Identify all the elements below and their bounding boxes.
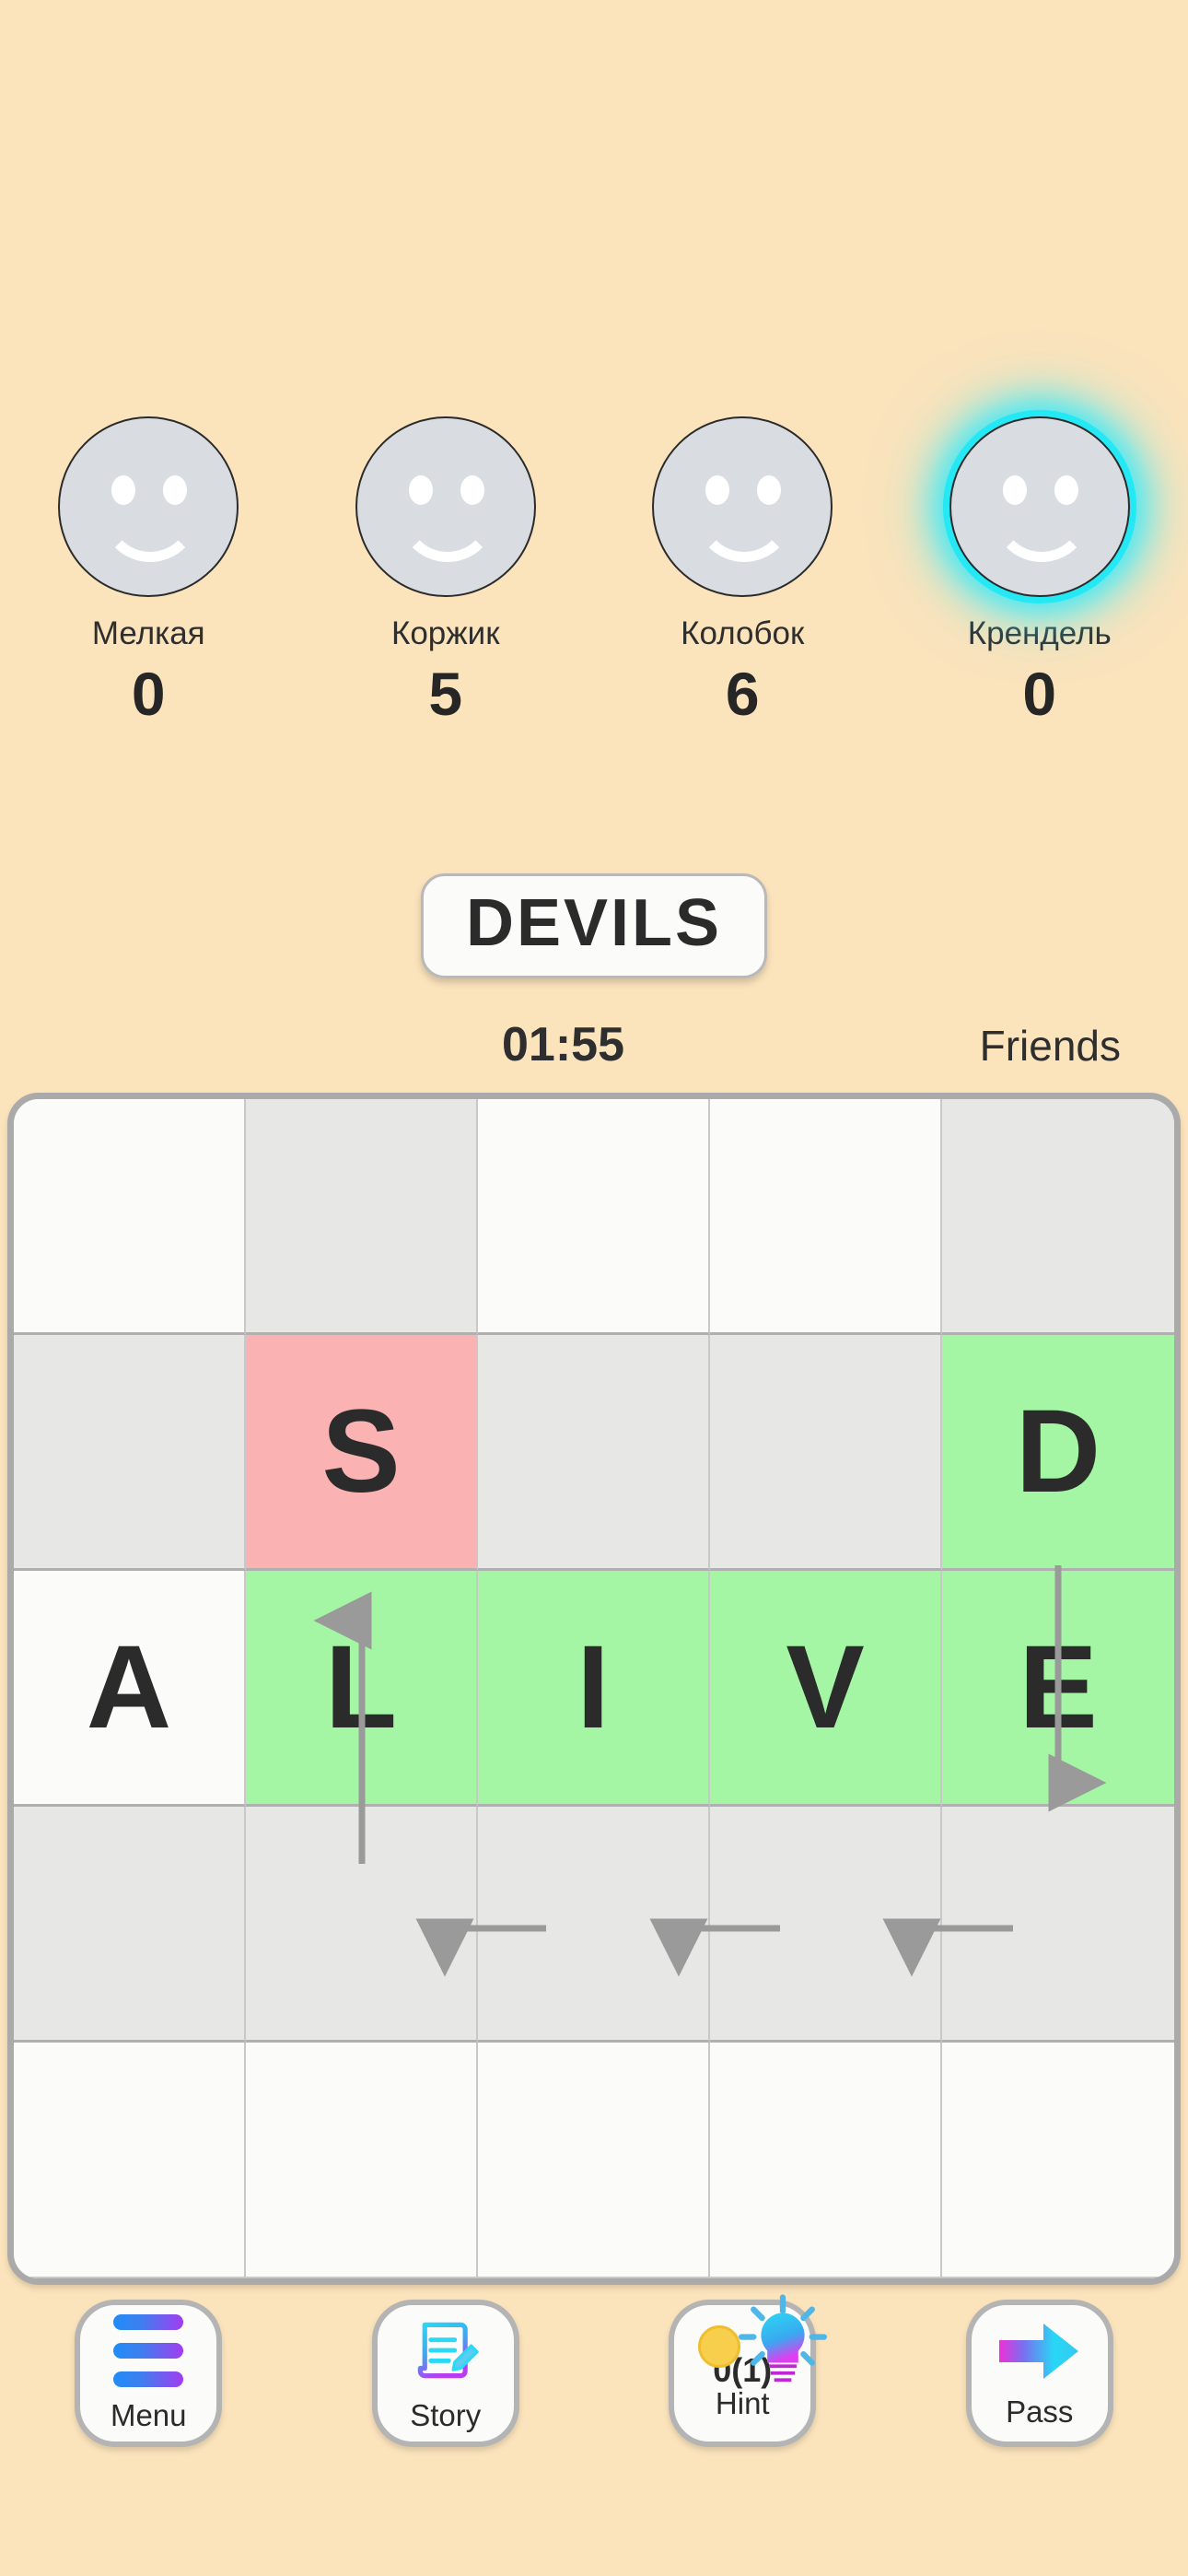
grid-letter: E	[1019, 1621, 1098, 1753]
grid-cell-r3c1[interactable]: A	[14, 1571, 246, 1807]
letter-grid: S D A L I V E	[14, 1099, 1174, 2278]
game-board[interactable]: S D A L I V E	[7, 1093, 1181, 2285]
game-timer: 01:55	[502, 1018, 624, 1071]
grid-cell-r5c3[interactable]	[478, 2043, 710, 2278]
game-meta-row: 01:55 Friends	[0, 1017, 1188, 1082]
grid-cell-r5c1[interactable]	[14, 2043, 246, 2278]
document-pencil-icon	[410, 2314, 482, 2391]
grid-cell-r3c5[interactable]: E	[942, 1571, 1174, 1807]
grid-cell-r1c4[interactable]	[710, 1099, 942, 1335]
story-button[interactable]: Story	[371, 2300, 519, 2447]
smiley-face-icon	[58, 416, 239, 597]
grid-cell-r3c2[interactable]: L	[246, 1571, 478, 1807]
menu-button[interactable]: Menu	[75, 2300, 223, 2447]
avatar[interactable]	[354, 415, 538, 599]
grid-cell-r2c4[interactable]	[710, 1335, 942, 1571]
avatar-smile	[100, 494, 201, 562]
grid-cell-r2c2[interactable]: S	[246, 1335, 478, 1571]
player-score: 5	[428, 660, 463, 728]
grid-cell-r2c3[interactable]	[478, 1335, 710, 1571]
grid-cell-r5c2[interactable]	[246, 2043, 478, 2278]
smiley-face-icon	[949, 416, 1130, 597]
player-name: Крендель	[967, 615, 1112, 651]
game-mode-label: Friends	[979, 1022, 1121, 1070]
hamburger-menu-icon	[113, 2314, 184, 2388]
grid-cell-r5c5[interactable]	[942, 2043, 1174, 2278]
grid-cell-r2c1[interactable]	[14, 1335, 246, 1571]
player-name: Мелкая	[91, 615, 205, 651]
grid-cell-r3c3[interactable]: I	[478, 1571, 710, 1807]
arrow-right-icon	[996, 2318, 1084, 2389]
target-word: DEVILS	[465, 886, 723, 960]
grid-letter: A	[86, 1621, 172, 1753]
lightbulb-icon	[731, 2292, 834, 2400]
grid-cell-r4c5[interactable]	[942, 1807, 1174, 2043]
player-card[interactable]: Колобок 6	[623, 415, 862, 724]
player-score: 0	[131, 660, 166, 728]
player-name: Коржик	[390, 615, 500, 651]
bottom-toolbar: Menu Story 0(1) Hint Pass	[0, 2294, 1188, 2447]
grid-letter: L	[324, 1621, 398, 1753]
avatar[interactable]	[56, 415, 240, 599]
grid-cell-r4c2[interactable]	[246, 1807, 478, 2043]
player-name: Колобок	[681, 615, 805, 651]
grid-cell-r1c5[interactable]	[942, 1099, 1174, 1335]
grid-letter: S	[321, 1385, 401, 1517]
grid-cell-r4c1[interactable]	[14, 1807, 246, 2043]
grid-cell-r3c4[interactable]: V	[710, 1571, 942, 1807]
grid-letter: I	[577, 1621, 610, 1753]
smiley-face-icon	[652, 416, 833, 597]
player-card[interactable]: Мелкая 0	[29, 415, 268, 724]
story-button-label: Story	[410, 2398, 482, 2433]
smiley-face-icon	[355, 416, 536, 597]
player-score: 6	[725, 660, 760, 728]
player-card-active[interactable]: Крендель 0	[920, 415, 1159, 724]
player-score: 0	[1022, 660, 1057, 728]
player-card[interactable]: Коржик 5	[326, 415, 565, 724]
grid-letter: D	[1015, 1385, 1101, 1517]
grid-cell-r5c4[interactable]	[710, 2043, 942, 2278]
game-screen: Мелкая 0 Коржик 5 Колобок 6 Крендель 0 D…	[0, 0, 1188, 2576]
target-word-banner: DEVILS	[420, 873, 768, 978]
pass-button-label: Pass	[1006, 2395, 1074, 2430]
grid-cell-r4c3[interactable]	[478, 1807, 710, 2043]
grid-letter: V	[786, 1621, 865, 1753]
avatar[interactable]	[948, 415, 1132, 599]
grid-cell-r4c4[interactable]	[710, 1807, 942, 2043]
avatar-smile	[694, 494, 795, 562]
hint-button[interactable]: 0(1) Hint	[669, 2294, 828, 2447]
menu-button-label: Menu	[110, 2398, 187, 2433]
grid-cell-r1c1[interactable]	[14, 1099, 246, 1335]
avatar[interactable]	[650, 415, 834, 599]
pass-button[interactable]: Pass	[965, 2300, 1113, 2447]
avatar-smile	[991, 494, 1091, 562]
grid-cell-r2c5[interactable]: D	[942, 1335, 1174, 1571]
grid-cell-r1c3[interactable]	[478, 1099, 710, 1335]
players-scoreboard: Мелкая 0 Коржик 5 Колобок 6 Крендель 0	[0, 415, 1188, 724]
avatar-smile	[397, 494, 497, 562]
grid-cell-r1c2[interactable]	[246, 1099, 478, 1335]
